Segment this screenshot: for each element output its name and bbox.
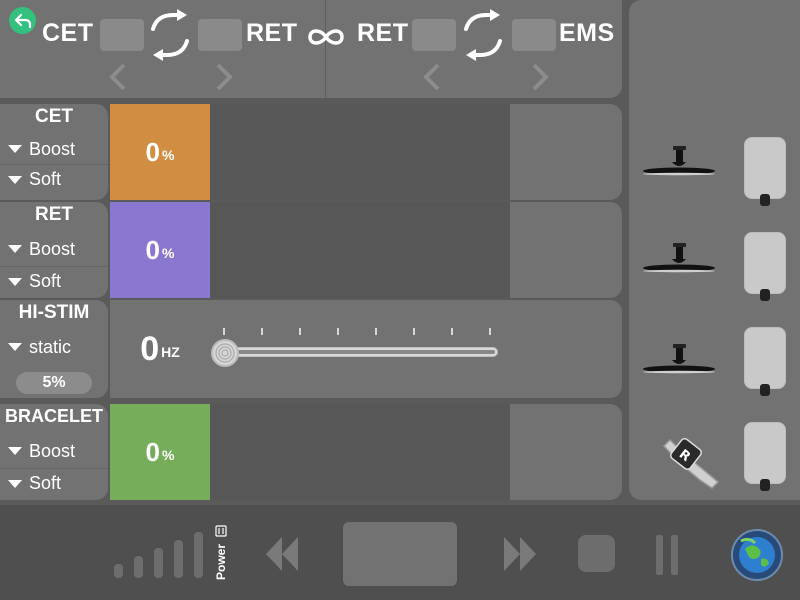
mode-left-to: RET [246, 19, 298, 47]
slider-tick [489, 328, 491, 335]
chevron-right-icon[interactable] [528, 62, 552, 92]
value-unit: HZ [161, 344, 180, 360]
mode-right-to-box[interactable] [512, 19, 556, 51]
value-unit: % [162, 147, 175, 163]
cet-value-box[interactable]: 0% [110, 104, 210, 200]
infinity-icon[interactable] [305, 26, 347, 48]
electrode-pad-icon[interactable] [744, 137, 786, 199]
dropdown-triangle-icon [8, 245, 22, 253]
row-title: HI-STIM [18, 302, 90, 323]
dropdown-triangle-icon [8, 447, 22, 455]
mode-left-from: CET [42, 19, 94, 47]
bracelet-icon[interactable]: R [660, 434, 724, 494]
dropdown-triangle-icon [8, 343, 22, 351]
bracelet-value-box[interactable]: 0% [110, 404, 210, 500]
pause-icon[interactable] [671, 535, 678, 575]
slider-tick [451, 328, 453, 335]
chevron-left-icon[interactable] [420, 62, 444, 92]
row-title: CET [35, 106, 73, 127]
histim-row-end [510, 300, 622, 398]
back-icon [14, 13, 31, 28]
bracelet-row-end [510, 404, 622, 500]
chevron-left-icon[interactable] [106, 62, 130, 92]
slider-tick [223, 328, 225, 335]
mode-panel-divider [325, 0, 326, 98]
ret-value-box[interactable]: 0% [110, 202, 210, 298]
slider-tick [337, 328, 339, 335]
rewind-icon[interactable] [262, 533, 300, 575]
value-unit: % [162, 245, 175, 261]
mode-right-to: EMS [559, 19, 615, 47]
electrode-plug-icon [760, 289, 770, 301]
stop-button[interactable] [578, 535, 615, 572]
row-ret-label: RET Boost Soft [0, 202, 108, 298]
slider-tick [299, 328, 301, 335]
mode-right-from-box[interactable] [412, 19, 456, 51]
boost-option[interactable]: Boost [0, 134, 108, 164]
power-label: Power [214, 525, 228, 580]
swap-icon[interactable] [460, 7, 506, 63]
power-level-bar[interactable] [194, 532, 203, 578]
value-number: 0 [145, 136, 160, 167]
back-button[interactable] [9, 7, 36, 34]
value-number: 0 [140, 329, 160, 368]
row-title: BRACELET [5, 406, 103, 426]
soft-option[interactable]: Soft [0, 468, 108, 498]
frequency-slider-knob[interactable] [211, 339, 239, 367]
slider-tick [375, 328, 377, 335]
electrode-pad-icon[interactable] [744, 327, 786, 389]
histim-value-box[interactable]: 0 HZ [110, 300, 210, 398]
electrode-pad-icon[interactable] [744, 422, 786, 484]
frequency-slider-rail[interactable] [220, 347, 498, 357]
globe-icon [739, 537, 775, 573]
fast-forward-icon[interactable] [502, 533, 540, 575]
dropdown-triangle-icon [8, 277, 22, 286]
boost-option[interactable]: Boost [0, 436, 108, 466]
power-level-bar[interactable] [174, 540, 183, 578]
value-number: 0 [145, 436, 160, 467]
swap-icon[interactable] [147, 7, 193, 63]
row-bracelet-label: BRACELET Boost Soft [0, 404, 108, 500]
dropdown-triangle-icon [8, 175, 22, 184]
handpiece-icon[interactable] [642, 344, 716, 378]
cet-row-end [510, 104, 622, 200]
row-title: RET [35, 204, 73, 225]
ret-row-end [510, 202, 622, 298]
power-level-bar[interactable] [114, 564, 123, 578]
bracelet-intensity-track[interactable] [210, 404, 510, 500]
fingerprint-icon [215, 343, 235, 363]
mode-left-to-box[interactable] [198, 19, 242, 51]
slider-tick [413, 328, 415, 335]
power-level-bar[interactable] [134, 556, 143, 578]
pause-icon[interactable] [656, 535, 663, 575]
dropdown-triangle-icon [8, 145, 22, 153]
language-button[interactable] [731, 529, 783, 581]
soft-option[interactable]: Soft [0, 164, 108, 194]
value-number: 0 [145, 234, 160, 265]
soft-option[interactable]: Soft [0, 266, 108, 296]
electrode-pad-icon[interactable] [744, 232, 786, 294]
value-unit: % [162, 447, 175, 463]
static-option[interactable]: static [0, 332, 108, 362]
ret-intensity-track[interactable] [210, 202, 510, 298]
cet-intensity-track[interactable] [210, 104, 510, 200]
electrode-plug-icon [760, 194, 770, 206]
boost-option[interactable]: Boost [0, 234, 108, 264]
handpiece-icon[interactable] [642, 243, 716, 277]
dropdown-triangle-icon [8, 479, 22, 488]
electrode-plug-icon [760, 384, 770, 396]
svg-text:Power: Power [214, 544, 228, 580]
power-level-bar[interactable] [154, 548, 163, 578]
start-button[interactable] [343, 522, 457, 586]
handpiece-icon[interactable] [642, 146, 716, 180]
chevron-right-icon[interactable] [212, 62, 236, 92]
electrode-plug-icon [760, 479, 770, 491]
row-cet-label: CET Boost Soft [0, 104, 108, 200]
mode-right-from: RET [357, 19, 409, 47]
histim-percent-chip[interactable]: 5% [16, 372, 92, 394]
mode-left-from-box[interactable] [100, 19, 144, 51]
slider-tick [261, 328, 263, 335]
